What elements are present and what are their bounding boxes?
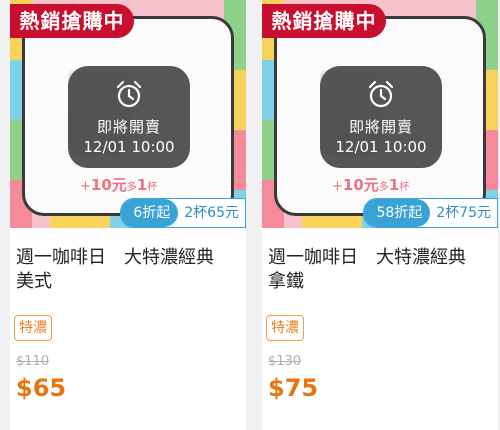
promo-text: +10元多1杯 bbox=[332, 176, 410, 194]
product-image[interactable]: 即將開賣 12/01 10:00 +10元多1杯 熱銷搶購中 58折起 2杯75… bbox=[262, 0, 498, 228]
sale-start-time: 12/01 10:00 bbox=[83, 138, 175, 156]
promo-text: +10元多1杯 bbox=[80, 176, 158, 194]
product-title[interactable]: 週一咖啡日 大特濃經典 美式 bbox=[16, 246, 242, 294]
product-card[interactable]: 即將開賣 12/01 10:00 +10元多1杯 熱銷搶購中 6折起 2杯65元… bbox=[10, 0, 246, 430]
discount-badge: 6折起 2杯65元 bbox=[120, 198, 246, 228]
hot-sale-badge: 熱銷搶購中 bbox=[10, 4, 134, 38]
product-image[interactable]: 即將開賣 12/01 10:00 +10元多1杯 熱銷搶購中 6折起 2杯65元 bbox=[10, 0, 246, 228]
product-title[interactable]: 週一咖啡日 大特濃經典 拿鐵 bbox=[268, 246, 494, 294]
sale-price: $75 bbox=[268, 374, 319, 402]
discount-label: 6折起 bbox=[121, 199, 179, 227]
bundle-price-label: 2杯65元 bbox=[184, 205, 239, 221]
discount-badge: 58折起 2杯75元 bbox=[363, 198, 498, 228]
product-tag: 特濃 bbox=[266, 315, 304, 341]
original-price: $110 bbox=[16, 354, 50, 369]
sale-start-time: 12/01 10:00 bbox=[335, 138, 427, 156]
coming-soon-text: 即將開賣 bbox=[96, 118, 161, 136]
alarm-clock-icon bbox=[368, 80, 394, 108]
coming-soon-text: 即將開賣 bbox=[348, 118, 413, 136]
product-card[interactable]: 即將開賣 12/01 10:00 +10元多1杯 熱銷搶購中 58折起 2杯75… bbox=[262, 0, 498, 430]
coming-soon-overlay: 即將開賣 12/01 10:00 bbox=[68, 66, 190, 168]
alarm-clock-icon bbox=[116, 80, 142, 108]
sale-price: $65 bbox=[16, 374, 67, 402]
product-tag: 特濃 bbox=[14, 315, 52, 341]
bundle-price-label: 2杯75元 bbox=[436, 205, 491, 221]
hot-sale-badge: 熱銷搶購中 bbox=[262, 4, 386, 38]
original-price: $130 bbox=[268, 354, 302, 369]
coming-soon-overlay: 即將開賣 12/01 10:00 bbox=[320, 66, 442, 168]
discount-label: 58折起 bbox=[364, 199, 431, 227]
